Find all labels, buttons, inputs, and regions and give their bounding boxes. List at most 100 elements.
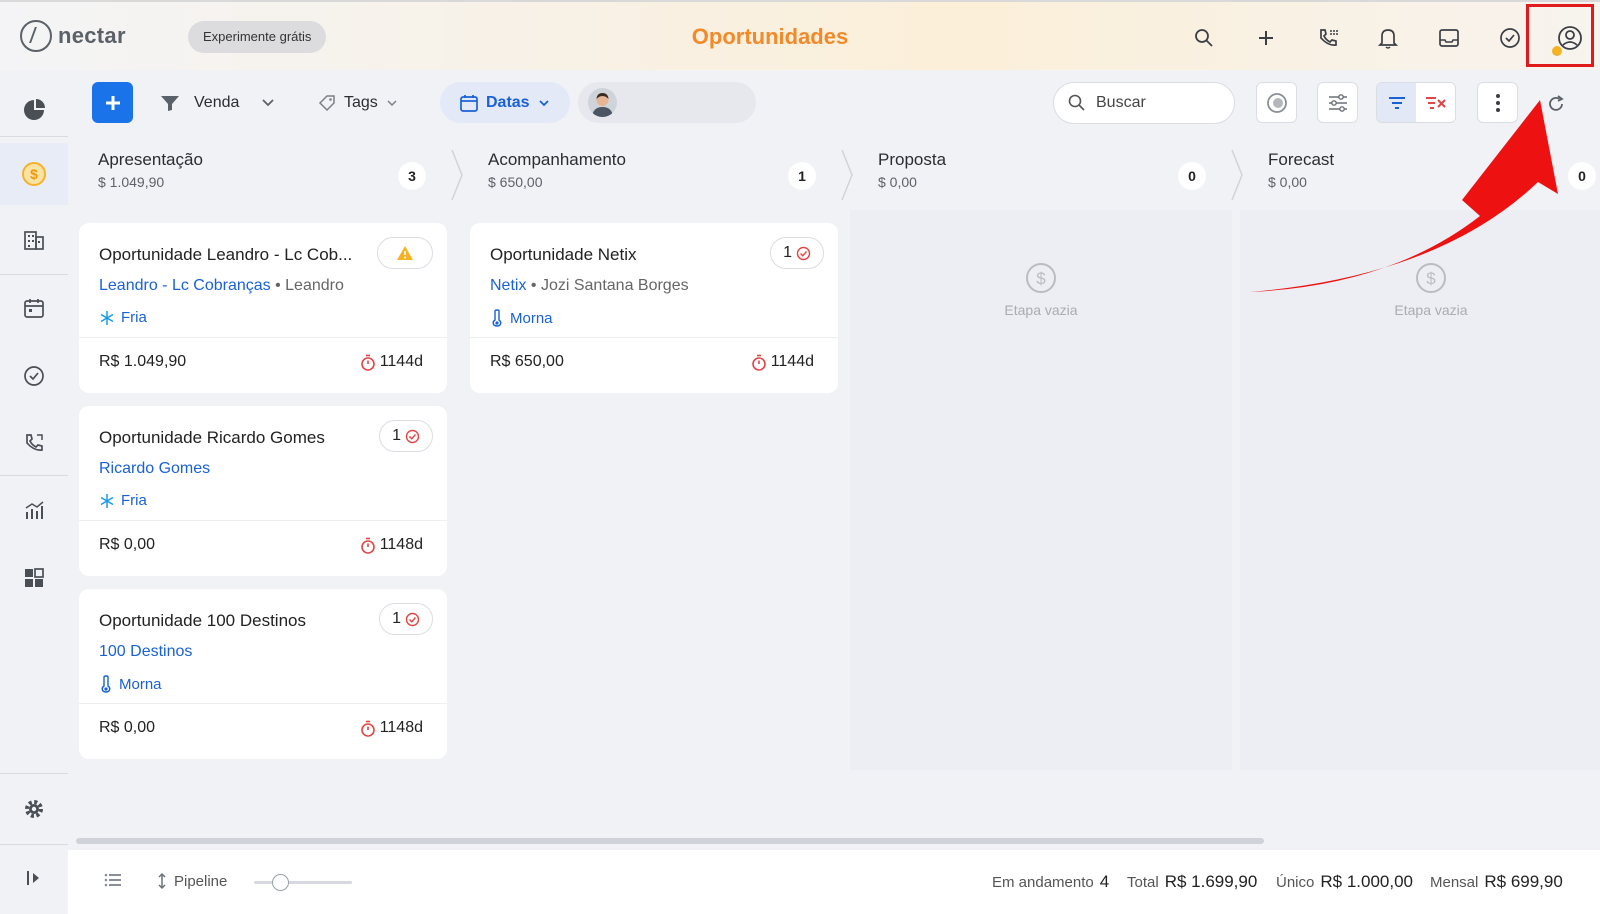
plus-icon[interactable] [1250, 22, 1282, 54]
tags-label: Tags [344, 93, 378, 111]
card-company[interactable]: Ricardo Gomes [99, 460, 210, 478]
stage-chevron [841, 149, 853, 201]
phone-dialpad-icon[interactable] [1312, 22, 1344, 54]
check-circle-icon [405, 612, 420, 626]
card-title: Oportunidade 100 Destinos [99, 611, 306, 630]
card-value: R$ 0,00 [99, 536, 156, 553]
monthly-summary: Mensal R$ 699,90 [1430, 872, 1563, 891]
top-bar: nectar Experimente grátis Oportunidades [0, 0, 1600, 70]
filter-icon [161, 95, 179, 111]
company-link[interactable]: 100 Destinos [99, 643, 192, 660]
pipeline-select[interactable]: Venda [160, 82, 275, 123]
card-title: Oportunidade Leandro - Lc Cob... [99, 245, 353, 264]
reports-icon [25, 501, 44, 519]
sidebar-item-companies[interactable] [0, 212, 68, 268]
stage-name: Proposta [878, 150, 947, 169]
company-link[interactable]: Ricardo Gomes [99, 460, 210, 477]
stage-header: Proposta $ 0,00 0 [878, 150, 1208, 210]
footer-bar: Pipeline Em andamento 4 Total R$ 1.699,90 … [68, 850, 1600, 914]
sidebar-item-opportunities[interactable]: $ [0, 143, 68, 205]
timer-icon [360, 720, 375, 737]
opportunity-card[interactable]: Oportunidade Netix 1 Netix • Jozi Santan… [470, 223, 838, 393]
chevron-down-icon [262, 98, 275, 106]
total-summary: Total R$ 1.699,90 [1127, 872, 1258, 891]
slider-handle[interactable] [272, 874, 289, 891]
opportunities-icon: $ [22, 162, 46, 186]
stage-count: 0 [1178, 162, 1206, 190]
opportunity-card[interactable]: Oportunidade Ricardo Gomes 1 Ricardo Gom… [79, 406, 447, 576]
card-value: R$ 1.049,90 [99, 353, 187, 370]
chevron-down-icon [387, 99, 397, 106]
pipeline-label: Venda [194, 93, 240, 111]
check-circle-icon [796, 246, 811, 260]
calendar-icon [24, 299, 44, 318]
card-company[interactable]: 100 Destinos [99, 643, 192, 661]
opportunity-card[interactable]: Oportunidade 100 Destinos 1 100 Destinos… [79, 589, 447, 759]
card-title: Oportunidade Netix [490, 245, 637, 264]
tasks-badge[interactable]: 1 [379, 420, 433, 452]
pipeline-view-button[interactable]: Pipeline [156, 872, 227, 890]
vertical-arrows-icon [158, 872, 166, 890]
list-view-button[interactable] [104, 872, 122, 888]
dates-filter[interactable]: Datas [440, 82, 570, 123]
add-opportunity-button[interactable] [92, 82, 133, 123]
search-icon[interactable] [1188, 22, 1220, 54]
tasks-icon [24, 366, 44, 386]
owner-filter[interactable] [578, 82, 756, 123]
tag-icon [318, 94, 335, 111]
unique-summary: Único R$ 1.000,00 [1276, 872, 1413, 891]
in-progress-summary: Em andamento 4 [992, 872, 1110, 891]
card-company[interactable]: Leandro - Lc Cobranças • Leandro [99, 277, 344, 295]
sidebar-item-dashboard[interactable] [0, 82, 68, 138]
search-box[interactable] [1053, 82, 1235, 124]
company-link[interactable]: Leandro - Lc Cobranças [99, 277, 271, 294]
stage-count: 1 [788, 162, 816, 190]
view-label: Pipeline [174, 872, 228, 890]
empty-label: Etapa vazia [1394, 302, 1468, 318]
bell-icon[interactable] [1372, 22, 1404, 54]
card-company[interactable]: Netix • Jozi Santana Borges [490, 277, 689, 295]
tasks-badge[interactable]: 1 [770, 237, 824, 269]
check-circle-icon [405, 429, 420, 443]
thermometer-icon [101, 675, 111, 693]
sidebar-item-calendar[interactable] [0, 280, 68, 336]
inbox-icon[interactable] [1433, 22, 1465, 54]
expand-icon [27, 871, 39, 885]
zoom-slider[interactable] [254, 874, 352, 891]
stage-total: $ 0,00 [878, 174, 917, 190]
stage-total: $ 650,00 [488, 174, 543, 190]
card-value: R$ 650,00 [490, 353, 564, 370]
company-link[interactable]: Netix [490, 277, 526, 294]
card-value: R$ 0,00 [99, 719, 156, 736]
horizontal-scrollbar[interactable] [76, 838, 1264, 844]
snowflake-icon [100, 310, 114, 325]
dollar-circle-icon: $ [1026, 263, 1056, 293]
stage-header: Acompanhamento $ 650,00 1 [488, 150, 818, 210]
tags-filter[interactable]: Tags [318, 82, 398, 123]
sidebar-item-tasks[interactable] [0, 348, 68, 404]
warning-badge[interactable] [377, 237, 433, 269]
sidebar-item-settings[interactable] [0, 781, 68, 837]
sidebar-expand[interactable] [0, 850, 68, 906]
sidebar-item-apps[interactable] [0, 550, 68, 606]
tasks-badge[interactable]: 1 [379, 603, 433, 635]
snowflake-icon [100, 493, 114, 508]
search-input[interactable] [1096, 94, 1216, 112]
apps-icon [25, 568, 44, 587]
red-arrow-annotation [1250, 100, 1558, 292]
calendar-icon [460, 94, 478, 112]
temperature-tag: Fria [99, 309, 147, 326]
svg-text:$: $ [30, 166, 38, 182]
check-circle-icon[interactable] [1494, 22, 1526, 54]
svg-text:$: $ [1036, 269, 1046, 288]
sidebar-item-reports[interactable] [0, 482, 68, 538]
opportunity-card[interactable]: Oportunidade Leandro - Lc Cob... Leandro… [79, 223, 447, 393]
stage-total: $ 1.049,90 [98, 174, 165, 190]
temperature-tag: Morna [99, 675, 162, 693]
stage-count: 3 [398, 162, 426, 190]
temperature-tag: Morna [490, 309, 553, 327]
sidebar-item-calls[interactable] [0, 415, 68, 471]
companies-icon [24, 231, 44, 250]
stage-name: Apresentação [98, 150, 203, 169]
card-age: 1148d [360, 719, 423, 737]
